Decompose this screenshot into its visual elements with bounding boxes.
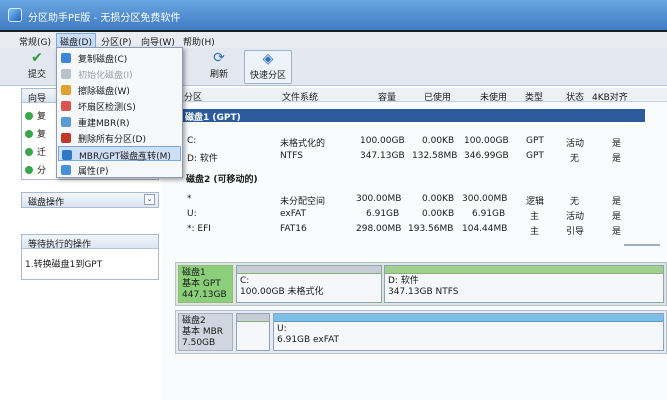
pending-ops-title: 等待执行的操作 (28, 240, 92, 250)
menu-item-bad-sector[interactable]: 坏扇区检测(S) (58, 98, 181, 113)
disk-ops-panel-header[interactable]: 磁盘操作 ⌄ (22, 193, 158, 208)
window-title: 分区助手PE版 - 无损分区免费软件 (28, 13, 181, 24)
convert-disk-icon (62, 150, 72, 160)
disk1-title: 磁盘1 (GPT) (185, 113, 241, 123)
disk1-map-size: 447.13GB (182, 290, 227, 300)
usage-bar (237, 266, 381, 274)
app-icon (8, 8, 22, 22)
wizard-item[interactable]: 复 (25, 127, 46, 140)
disk2-map-type: 基本 MBR (182, 327, 224, 337)
refresh-label: 刷新 (209, 70, 228, 80)
rebuild-mbr-icon (61, 117, 71, 127)
col-status[interactable]: 状态 (566, 90, 584, 103)
table-row[interactable]: C: 未格式化的 100.00GB 0.00KB 100.00GB GPT 活动… (182, 135, 652, 149)
wizard-item-icon (25, 130, 33, 138)
wizard-item[interactable]: 迁 (25, 145, 46, 158)
disk2-title[interactable]: 磁盘2 (可移动的) (186, 172, 258, 185)
title-bar: 分区助手PE版 - 无损分区免费软件 (0, 0, 667, 30)
refresh-button[interactable]: ⟳ 刷新 (200, 50, 238, 84)
table-row[interactable]: D: 软件 NTFS 347.13GB 132.58MB 346.99GB GP… (182, 150, 652, 164)
pending-ops-panel: 等待执行的操作 1.转换磁盘1到GPT (21, 234, 159, 280)
chevron-down-icon[interactable]: ⌄ (144, 194, 155, 205)
menu-general[interactable]: 常规(G) (16, 35, 54, 48)
menu-item-wipe-disk[interactable]: 擦除磁盘(W) (58, 82, 181, 97)
col-type[interactable]: 类型 (525, 90, 543, 103)
submit-button[interactable]: ✔ 提交 (18, 50, 56, 84)
checkmark-icon: ✔ (31, 50, 43, 66)
pending-ops-header: 等待执行的操作 (22, 235, 158, 250)
col-4k-aligned[interactable]: 4KB对齐 (592, 90, 628, 103)
refresh-icon: ⟳ (213, 50, 225, 66)
disk1-header-row[interactable]: 磁盘1 (GPT) (182, 109, 645, 123)
disk1-map-name: 磁盘1 (182, 268, 206, 278)
quick-partition-label: 快速分区 (249, 71, 286, 81)
partition-block-unallocated[interactable] (236, 313, 270, 351)
usage-bar (237, 314, 269, 322)
mouse-cursor-icon: ☝ (137, 150, 145, 165)
disk-ops-title: 磁盘操作 (28, 198, 65, 208)
disk2-label[interactable]: 磁盘2 基本 MBR 7.50GB (178, 313, 233, 351)
col-unused[interactable]: 未使用 (480, 90, 507, 103)
disk1-label[interactable]: 磁盘1 基本 GPT 447.13GB (178, 265, 233, 303)
menu-item-convert-mbr-gpt[interactable]: MBR/GPT磁盘互转(M) (58, 146, 181, 162)
col-partition[interactable]: 分区 (184, 90, 202, 103)
wizard-item-icon (25, 166, 33, 174)
table-row[interactable]: * 未分配空间 300.00MB 0.00KB 300.00MB 逻辑 无 是 (182, 193, 652, 207)
disk1-map[interactable]: 磁盘1 基本 GPT 447.13GB C: 100.00GB 未格式化 D: … (175, 262, 667, 306)
partition-name: U: (277, 324, 287, 334)
disk2-map[interactable]: 磁盘2 基本 MBR 7.50GB U: 6.91GB exFAT (175, 310, 667, 354)
wizard-item-icon (25, 148, 33, 156)
copy-disk-icon (61, 53, 71, 63)
bad-sector-icon (61, 101, 71, 111)
partition-block-u[interactable]: U: 6.91GB exFAT (273, 313, 664, 351)
disk-ops-panel: 磁盘操作 ⌄ (21, 192, 159, 208)
wizard-item[interactable]: 分 (25, 163, 46, 176)
table-header: 分区 文件系统 容量 已使用 未使用 类型 状态 4KB对齐 (162, 88, 667, 103)
wizard-panel-title: 向导 (28, 94, 47, 104)
properties-icon (61, 165, 71, 175)
wizard-item-icon (25, 112, 33, 120)
usage-bar (274, 314, 663, 322)
partition-detail: 347.13GB NTFS (388, 287, 459, 297)
wizard-item[interactable]: 复 (25, 109, 46, 122)
quick-partition-button[interactable]: ◈ 快速分区 (244, 50, 292, 84)
partition-name: D: 软件 (388, 276, 419, 286)
table-row[interactable]: *: EFI FAT16 298.00MB 193.56MB 104.44MB … (182, 223, 652, 237)
pending-op-item[interactable]: 1.转换磁盘1到GPT (25, 257, 102, 270)
partition-block-c[interactable]: C: 100.00GB 未格式化 (236, 265, 382, 303)
partition-detail: 100.00GB 未格式化 (240, 287, 324, 297)
menu-bar: 常规(G) 磁盘(D) 分区(P) 向导(W) 帮助(H) (0, 32, 667, 50)
menu-help[interactable]: 帮助(H) (180, 35, 218, 48)
table-row[interactable]: U: exFAT 6.91GB 0.00KB 6.91GB 主 活动 是 (182, 208, 652, 222)
col-used[interactable]: 已使用 (424, 90, 451, 103)
menu-item-init-disk[interactable]: 初始化磁盘(I) (58, 66, 181, 81)
horizontal-scrollbar[interactable] (624, 244, 660, 246)
delete-partitions-icon (61, 133, 71, 143)
disk2-map-name: 磁盘2 (182, 316, 206, 326)
usage-bar (385, 266, 663, 274)
submit-label: 提交 (27, 70, 46, 80)
quick-partition-icon: ◈ (262, 51, 274, 67)
partition-name: C: (240, 276, 250, 286)
menu-item-properties[interactable]: 属性(P) (58, 162, 181, 177)
menu-item-copy-disk[interactable]: 复制磁盘(C) (58, 50, 181, 65)
col-filesystem[interactable]: 文件系统 (282, 90, 318, 103)
menu-item-delete-partitions[interactable]: 删除所有分区(D) (58, 130, 181, 145)
menu-item-rebuild-mbr[interactable]: 重建MBR(R) (58, 114, 181, 129)
disk2-map-size: 7.50GB (182, 338, 216, 348)
disk-menu-dropdown: 复制磁盘(C) 初始化磁盘(I) 擦除磁盘(W) 坏扇区检测(S) 重建MBR(… (56, 47, 183, 178)
init-disk-icon (61, 69, 71, 79)
partition-block-d[interactable]: D: 软件 347.13GB NTFS (384, 265, 664, 303)
partition-detail: 6.91GB exFAT (277, 335, 340, 345)
col-capacity[interactable]: 容量 (378, 90, 396, 103)
disk1-map-type: 基本 GPT (182, 279, 221, 289)
wipe-disk-icon (61, 85, 71, 95)
